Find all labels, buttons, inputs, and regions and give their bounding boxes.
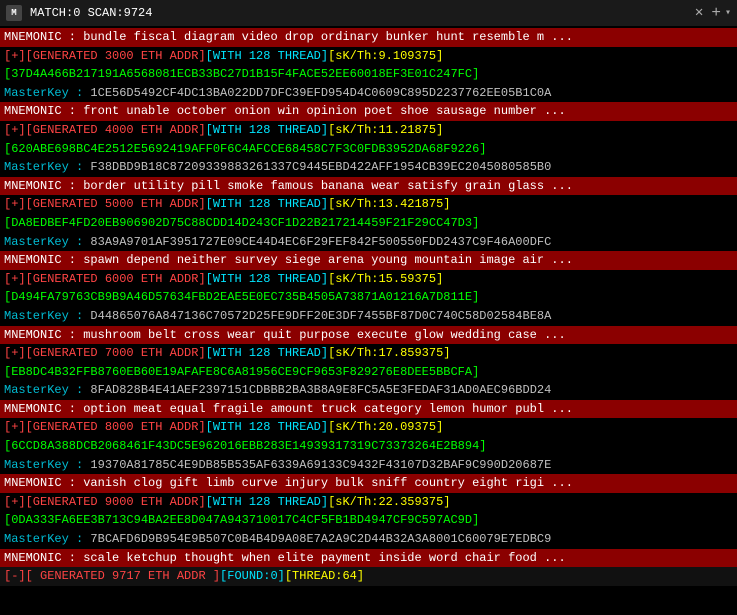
mnemonic-line: MNEMONIC : scale ketchup thought when el… (0, 549, 737, 568)
generated-line: [+][GENERATED 9000 ETH ADDR][WITH 128 TH… (0, 493, 737, 512)
generated-line: [+][GENERATED 3000 ETH ADDR][WITH 128 TH… (0, 47, 737, 66)
mnemonic-line: MNEMONIC : option meat equal fragile amo… (0, 400, 737, 419)
address-line: [6CCD8A388DCB2068461F43DC5E962016EBB283E… (0, 437, 737, 456)
address-line: [0DA333FA6EE3B713C94BA2EE8D047A943710017… (0, 511, 737, 530)
masterkey-line: MasterKey : 8FAD828B4E41AEF2397151CDBBB2… (0, 381, 737, 400)
close-button[interactable]: ✕ (691, 6, 707, 20)
address-line: [DA8EDBEF4FD20EB906902D75C88CDD14D243CF1… (0, 214, 737, 233)
generated-line: [+][GENERATED 7000 ETH ADDR][WITH 128 TH… (0, 344, 737, 363)
masterkey-line: MasterKey : 7BCAFD6D9B954E9B507C0B4B4D9A… (0, 530, 737, 549)
content-area: MNEMONIC : bundle fiscal diagram video d… (0, 26, 737, 615)
address-line: [37D4A466B217191A6568081ECB33BC27D1B15F4… (0, 65, 737, 84)
generated-line: [+][GENERATED 6000 ETH ADDR][WITH 128 TH… (0, 270, 737, 289)
generated-line: [+][GENERATED 5000 ETH ADDR][WITH 128 TH… (0, 195, 737, 214)
tab-dropdown-button[interactable]: ▾ (725, 7, 731, 19)
mnemonic-line: MNEMONIC : front unable october onion wi… (0, 102, 737, 121)
generated-line: [+][GENERATED 4000 ETH ADDR][WITH 128 TH… (0, 121, 737, 140)
mnemonic-line: MNEMONIC : mushroom belt cross wear quit… (0, 326, 737, 345)
mnemonic-line: MNEMONIC : border utility pill smoke fam… (0, 177, 737, 196)
mnemonic-line: MNEMONIC : spawn depend neither survey s… (0, 251, 737, 270)
masterkey-line: MasterKey : 83A9A9701AF3951727E09CE44D4E… (0, 233, 737, 252)
masterkey-line: MasterKey : D44865076A847136C70572D25FE9… (0, 307, 737, 326)
title-text: MATCH:0 SCAN:9724 (30, 6, 675, 20)
mnemonic-line: MNEMONIC : bundle fiscal diagram video d… (0, 28, 737, 47)
masterkey-line: MasterKey : F38DBD9B18C87209339883261337… (0, 158, 737, 177)
address-line: [EB8DC4B32FFB8760EB60E19AFAFE8C6A81956CE… (0, 363, 737, 382)
title-bar: M MATCH:0 SCAN:9724 ✕ + ▾ (0, 0, 737, 26)
new-tab-button[interactable]: + (711, 4, 721, 22)
mnemonic-line: MNEMONIC : vanish clog gift limb curve i… (0, 474, 737, 493)
generated-line: [+][GENERATED 8000 ETH ADDR][WITH 128 TH… (0, 418, 737, 437)
address-line: [620ABE698BC4E2512E5692419AFF0F6C4AFCCE6… (0, 140, 737, 159)
address-line: [D494FA79763CB9B9A46D57634FBD2EAE5E0EC73… (0, 288, 737, 307)
masterkey-line: MasterKey : 1CE56D5492CF4DC13BA022DD7DFC… (0, 84, 737, 103)
status-line: [-][ GENERATED 9717 ETH ADDR ][FOUND:0][… (0, 567, 737, 586)
app-icon: M (6, 5, 22, 21)
masterkey-line: MasterKey : 19370A81785C4E9DB85B535AF633… (0, 456, 737, 475)
